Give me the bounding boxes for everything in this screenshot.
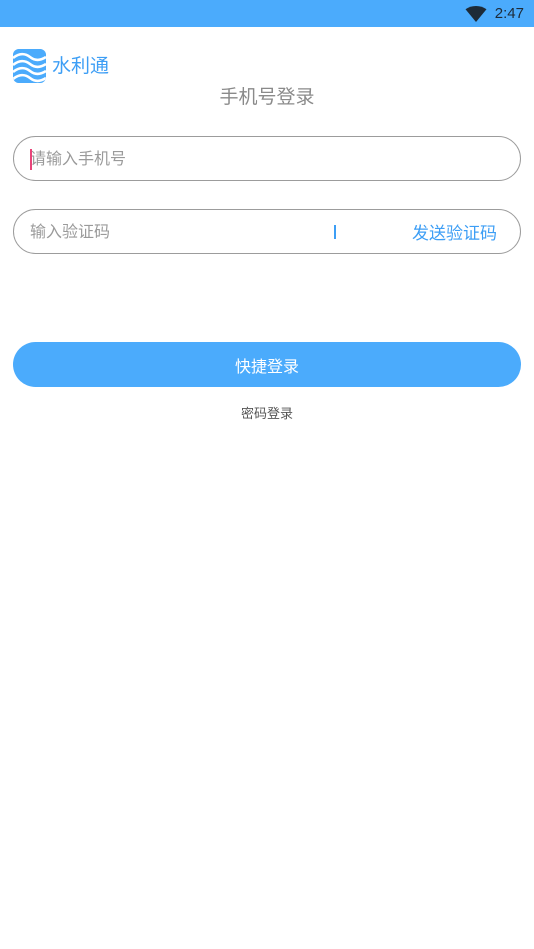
phone-field-container[interactable] [13, 136, 521, 181]
text-cursor [30, 149, 32, 170]
quick-login-button[interactable]: 快捷登录 [13, 342, 521, 387]
password-login-link[interactable]: 密码登录 [0, 403, 534, 422]
field-divider [334, 224, 336, 239]
app-name: 水利通 [52, 55, 110, 77]
water-waves-icon [13, 49, 46, 83]
wifi-icon [465, 5, 487, 22]
status-time: 2:47 [494, 5, 524, 22]
code-field-container[interactable]: 发送验证码 [13, 209, 521, 254]
status-bar: 2:47 [0, 0, 534, 27]
phone-input[interactable] [14, 137, 520, 180]
brand-header: 水利通 [13, 49, 109, 83]
verification-code-input[interactable] [14, 210, 324, 253]
send-code-button[interactable]: 发送验证码 [412, 219, 497, 244]
page-title: 手机号登录 [219, 86, 315, 108]
